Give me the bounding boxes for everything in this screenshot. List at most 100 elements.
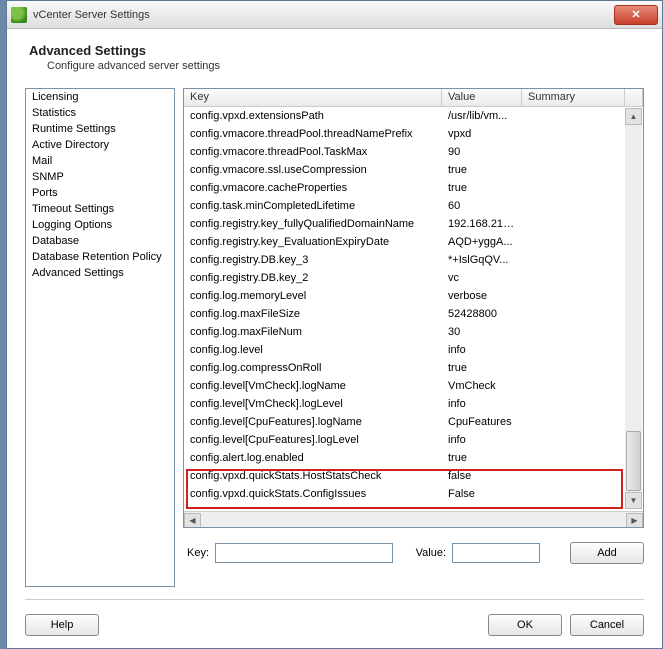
cell-key: config.level[CpuFeatures].logName bbox=[184, 415, 442, 429]
sidebar-item-snmp[interactable]: SNMP bbox=[26, 169, 174, 185]
sidebar-item-mail[interactable]: Mail bbox=[26, 153, 174, 169]
sidebar-item-label: Advanced Settings bbox=[32, 267, 124, 279]
sidebar-item-label: Mail bbox=[32, 155, 52, 167]
column-header-key[interactable]: Key bbox=[184, 89, 442, 106]
table-row[interactable]: config.registry.DB.key_2vc bbox=[184, 269, 643, 287]
content: Licensing Statistics Runtime Settings Ac… bbox=[7, 80, 662, 587]
scroll-right-icon[interactable]: ▶ bbox=[626, 513, 643, 528]
grid-body[interactable]: config.vpxd.extensionsPath/usr/lib/vm...… bbox=[184, 107, 643, 511]
key-input[interactable] bbox=[215, 543, 393, 563]
table-row[interactable]: config.vpxd.quickStats.ConfigIssuesFalse bbox=[184, 485, 643, 503]
cell-key: config.vmacore.threadPool.threadNamePref… bbox=[184, 127, 442, 141]
close-button[interactable]: ✕ bbox=[614, 5, 658, 25]
cell-key: config.vmacore.ssl.useCompression bbox=[184, 163, 442, 177]
add-row: Key: Value: Add bbox=[183, 528, 644, 564]
cell-value: true bbox=[442, 451, 522, 465]
column-header-value[interactable]: Value bbox=[442, 89, 522, 106]
sidebar-item-label: Active Directory bbox=[32, 139, 109, 151]
scroll-track[interactable] bbox=[202, 513, 625, 528]
help-button[interactable]: Help bbox=[25, 614, 99, 636]
column-header-scroll bbox=[625, 89, 643, 106]
table-row[interactable]: config.level[VmCheck].logLevelinfo bbox=[184, 395, 643, 413]
cell-key: config.vpxd.extensionsPath bbox=[184, 109, 442, 123]
ok-button[interactable]: OK bbox=[488, 614, 562, 636]
cell-value: false bbox=[442, 469, 522, 483]
sidebar-item-label: Timeout Settings bbox=[32, 203, 114, 215]
cell-key: config.level[VmCheck].logLevel bbox=[184, 397, 442, 411]
scroll-left-icon[interactable]: ◀ bbox=[184, 513, 201, 528]
value-label: Value: bbox=[416, 547, 446, 559]
cell-key: config.log.compressOnRoll bbox=[184, 361, 442, 375]
page-subtitle: Configure advanced server settings bbox=[29, 60, 640, 72]
sidebar-item-ports[interactable]: Ports bbox=[26, 185, 174, 201]
column-header-summary[interactable]: Summary bbox=[522, 89, 625, 106]
cell-key: config.vmacore.threadPool.TaskMax bbox=[184, 145, 442, 159]
table-row[interactable]: config.vmacore.ssl.useCompressiontrue bbox=[184, 161, 643, 179]
table-row[interactable]: config.registry.DB.key_3*+IslGqQV... bbox=[184, 251, 643, 269]
cell-value: 60 bbox=[442, 199, 522, 213]
table-row[interactable]: config.vmacore.cachePropertiestrue bbox=[184, 179, 643, 197]
table-row[interactable]: config.vpxd.quickStats.HostStatsCheckfal… bbox=[184, 467, 643, 485]
cell-value: False bbox=[442, 487, 522, 501]
table-row[interactable]: config.log.memoryLevelverbose bbox=[184, 287, 643, 305]
table-row[interactable]: config.task.minCompletedLifetime60 bbox=[184, 197, 643, 215]
cell-key: config.registry.DB.key_2 bbox=[184, 271, 442, 285]
sidebar-item-label: Statistics bbox=[32, 107, 76, 119]
key-label: Key: bbox=[187, 547, 209, 559]
settings-grid: Key Value Summary config.vpxd.extensions… bbox=[183, 88, 644, 528]
cell-key: config.log.maxFileNum bbox=[184, 325, 442, 339]
cell-key: config.level[CpuFeatures].logLevel bbox=[184, 433, 442, 447]
scroll-track[interactable] bbox=[625, 125, 642, 492]
vertical-scrollbar[interactable]: ▲ ▼ bbox=[625, 108, 642, 509]
table-row[interactable]: config.vmacore.threadPool.threadNamePref… bbox=[184, 125, 643, 143]
category-list[interactable]: Licensing Statistics Runtime Settings Ac… bbox=[25, 88, 175, 587]
cell-value: verbose bbox=[442, 289, 522, 303]
sidebar-item-statistics[interactable]: Statistics bbox=[26, 105, 174, 121]
table-row[interactable]: config.level[VmCheck].logNameVmCheck bbox=[184, 377, 643, 395]
horizontal-scrollbar[interactable]: ◀ ▶ bbox=[184, 511, 643, 528]
add-button[interactable]: Add bbox=[570, 542, 644, 564]
sidebar-item-database[interactable]: Database bbox=[26, 233, 174, 249]
cell-key: config.vpxd.quickStats.HostStatsCheck bbox=[184, 469, 442, 483]
sidebar-item-label: Logging Options bbox=[32, 219, 112, 231]
cell-key: config.log.level bbox=[184, 343, 442, 357]
sidebar-item-logging-options[interactable]: Logging Options bbox=[26, 217, 174, 233]
scroll-down-icon[interactable]: ▼ bbox=[625, 492, 642, 509]
table-row[interactable]: config.log.maxFileNum30 bbox=[184, 323, 643, 341]
cell-key: config.registry.key_EvaluationExpiryDate bbox=[184, 235, 442, 249]
table-row[interactable]: config.level[CpuFeatures].logLevelinfo bbox=[184, 431, 643, 449]
sidebar-item-advanced-settings[interactable]: Advanced Settings bbox=[26, 265, 174, 281]
sidebar-item-database-retention-policy[interactable]: Database Retention Policy bbox=[26, 249, 174, 265]
cancel-button[interactable]: Cancel bbox=[570, 614, 644, 636]
cell-value: true bbox=[442, 181, 522, 195]
settings-window: vCenter Server Settings ✕ Advanced Setti… bbox=[6, 0, 663, 649]
table-row[interactable]: config.registry.key_EvaluationExpiryDate… bbox=[184, 233, 643, 251]
table-row[interactable]: config.alert.log.enabledtrue bbox=[184, 449, 643, 467]
table-row[interactable]: config.vmacore.threadPool.TaskMax90 bbox=[184, 143, 643, 161]
sidebar-item-runtime-settings[interactable]: Runtime Settings bbox=[26, 121, 174, 137]
cell-value: 30 bbox=[442, 325, 522, 339]
scroll-up-icon[interactable]: ▲ bbox=[625, 108, 642, 125]
cell-key: config.task.minCompletedLifetime bbox=[184, 199, 442, 213]
table-row[interactable]: config.log.maxFileSize52428800 bbox=[184, 305, 643, 323]
titlebar[interactable]: vCenter Server Settings ✕ bbox=[7, 1, 662, 29]
cell-value: info bbox=[442, 433, 522, 447]
window-title: vCenter Server Settings bbox=[33, 9, 614, 21]
table-row[interactable]: config.log.levelinfo bbox=[184, 341, 643, 359]
sidebar-item-timeout-settings[interactable]: Timeout Settings bbox=[26, 201, 174, 217]
cell-value: *+IslGqQV... bbox=[442, 253, 522, 267]
grid-header: Key Value Summary bbox=[184, 89, 643, 107]
value-input[interactable] bbox=[452, 543, 540, 563]
table-row[interactable]: config.log.compressOnRolltrue bbox=[184, 359, 643, 377]
scroll-thumb[interactable] bbox=[626, 431, 641, 491]
sidebar-item-licensing[interactable]: Licensing bbox=[26, 89, 174, 105]
cell-key: config.registry.DB.key_3 bbox=[184, 253, 442, 267]
sidebar-item-active-directory[interactable]: Active Directory bbox=[26, 137, 174, 153]
table-row[interactable]: config.registry.key_fullyQualifiedDomain… bbox=[184, 215, 643, 233]
table-row[interactable]: config.level[CpuFeatures].logNameCpuFeat… bbox=[184, 413, 643, 431]
table-row[interactable]: config.vpxd.extensionsPath/usr/lib/vm... bbox=[184, 107, 643, 125]
cell-value: AQD+yggA... bbox=[442, 235, 522, 249]
app-icon bbox=[11, 7, 27, 23]
main-panel: Key Value Summary config.vpxd.extensions… bbox=[183, 88, 644, 587]
cell-value: 192.168.216... bbox=[442, 217, 522, 231]
